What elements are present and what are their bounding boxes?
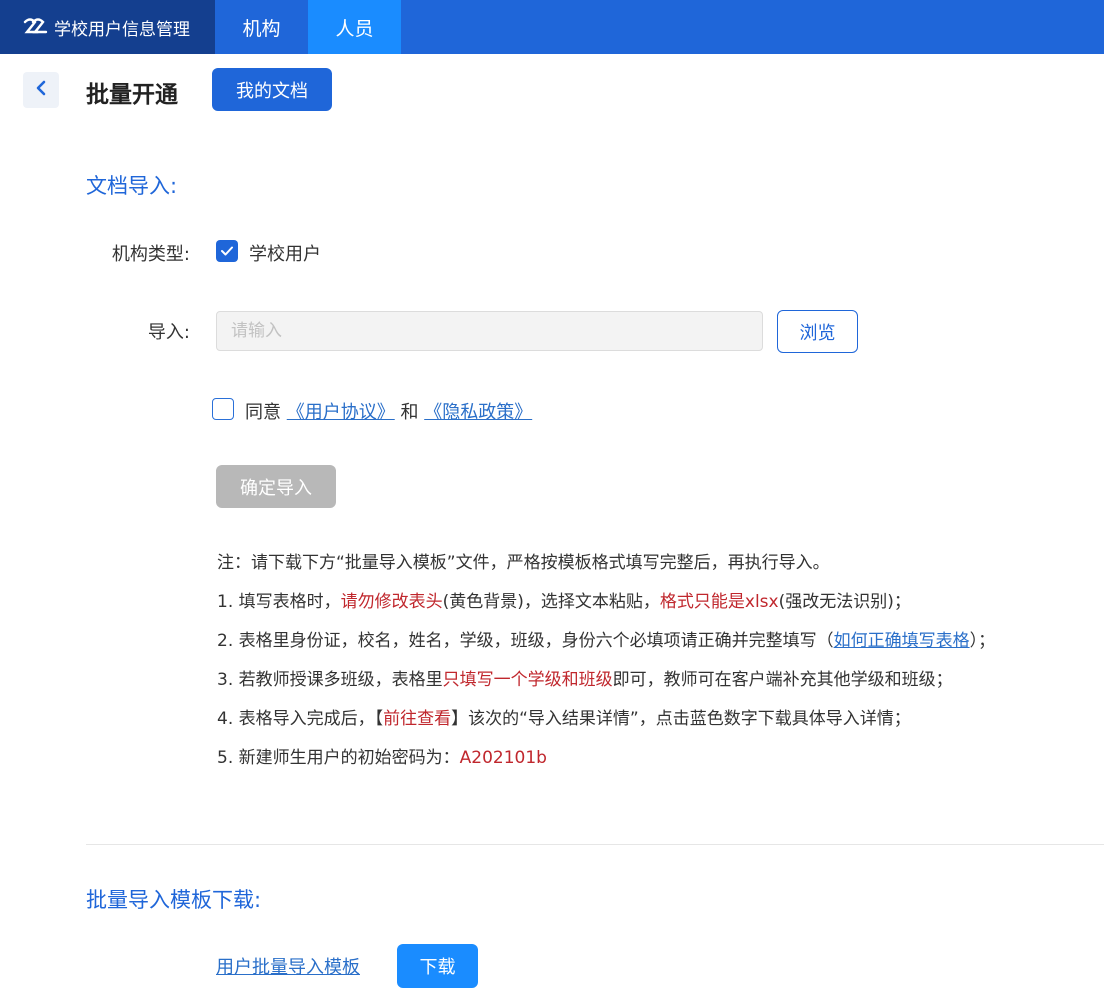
- note-1: 1. 填写表格时，请勿修改表头(黄色背景)，选择文本粘贴，格式只能是xlsx(强…: [217, 592, 911, 612]
- browse-button[interactable]: 浏览: [777, 310, 858, 353]
- note-3: 3. 若教师授课多班级，表格里只填写一个学级和班级即可，教师可在客户端补充其他学…: [217, 670, 953, 690]
- agree-checkbox[interactable]: [212, 398, 234, 420]
- import-section-title: 文档导入:: [86, 174, 178, 198]
- page-title: 批量开通: [86, 82, 178, 108]
- org-type-label: 机构类型:: [111, 244, 190, 265]
- nav-tab-org[interactable]: 机构: [215, 0, 308, 54]
- template-section-title: 批量导入模板下载:: [86, 888, 262, 912]
- logo-icon: [22, 16, 48, 38]
- app-title: 学校用户信息管理: [54, 19, 190, 40]
- school-user-checkbox[interactable]: [216, 240, 238, 262]
- top-nav-bar: 学校用户信息管理 机构 人员: [0, 0, 1104, 54]
- user-agreement-link[interactable]: 《用户协议》: [287, 402, 395, 423]
- import-label: 导入:: [147, 322, 190, 343]
- download-button[interactable]: 下载: [397, 944, 478, 988]
- template-file-link[interactable]: 用户批量导入模板: [216, 953, 360, 979]
- agree-row: 同意 《用户协议》 和 《隐私政策》: [245, 398, 532, 424]
- how-to-fill-link[interactable]: 如何正确填写表格: [834, 631, 970, 651]
- chevron-left-icon: [34, 80, 48, 100]
- note-3-warning: 只填写一个学级和班级: [442, 670, 613, 690]
- brand[interactable]: 学校用户信息管理: [0, 0, 215, 54]
- initial-password: A202101b: [459, 748, 547, 768]
- agree-and: 和: [400, 402, 419, 423]
- note-1-warning-header: 请勿修改表头: [340, 592, 443, 612]
- back-button[interactable]: [23, 72, 59, 108]
- note-intro: 注：请下载下方“批量导入模板”文件，严格按模板格式填写完整后，再执行导入。: [217, 553, 830, 573]
- nav-tab-people[interactable]: 人员: [308, 0, 401, 54]
- note-5: 5. 新建师生用户的初始密码为：A202101b: [217, 748, 547, 768]
- agree-prefix: 同意: [245, 402, 281, 423]
- go-view-text: 前往查看: [383, 709, 452, 729]
- note-1-warning-format: 格式只能是xlsx: [659, 592, 779, 612]
- confirm-import-button[interactable]: 确定导入: [216, 465, 336, 508]
- import-notes: 注：请下载下方“批量导入模板”文件，严格按模板格式填写完整后，再执行导入。 1.…: [217, 548, 995, 782]
- import-file-input[interactable]: [216, 311, 763, 351]
- check-icon: [220, 242, 234, 261]
- section-divider: [86, 844, 1104, 845]
- school-user-label: 学校用户: [249, 244, 321, 265]
- privacy-policy-link[interactable]: 《隐私政策》: [424, 402, 532, 423]
- note-4: 4. 表格导入完成后，【前往查看】该次的“导入结果详情”，点击蓝色数字下载具体导…: [217, 709, 911, 729]
- my-docs-button[interactable]: 我的文档: [212, 68, 332, 111]
- note-2: 2. 表格里身份证，校名，姓名，学级，班级，身份六个必填项请正确并完整填写（如何…: [217, 631, 996, 651]
